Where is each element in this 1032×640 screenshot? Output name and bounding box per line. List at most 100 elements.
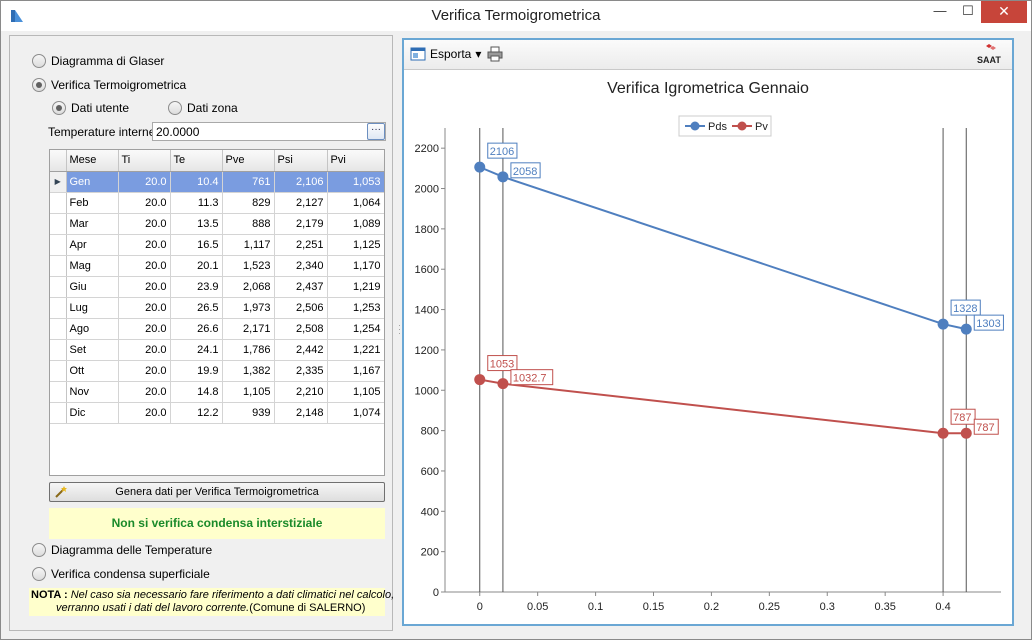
table-cell[interactable]: 20.0 bbox=[118, 255, 171, 277]
table-cell[interactable]: Giu bbox=[66, 276, 119, 298]
table-cell[interactable]: 1,105 bbox=[222, 381, 275, 403]
table-cell[interactable]: Mag bbox=[66, 255, 119, 277]
table-cell[interactable]: 24.1 bbox=[170, 339, 223, 361]
table-cell[interactable]: 20.0 bbox=[118, 339, 171, 361]
table-cell[interactable]: 1,074 bbox=[327, 402, 384, 424]
radio-verifica-termoigrometrica[interactable]: Verifica Termoigrometrica bbox=[32, 76, 186, 94]
table-cell[interactable]: 19.9 bbox=[170, 360, 223, 382]
column-header[interactable]: Te bbox=[170, 150, 223, 172]
table-cell[interactable]: 20.1 bbox=[170, 255, 223, 277]
table-cell[interactable]: 2,171 bbox=[222, 318, 275, 340]
table-cell[interactable]: 23.9 bbox=[170, 276, 223, 298]
table-cell[interactable]: 2,508 bbox=[274, 318, 328, 340]
column-header[interactable]: Pve bbox=[222, 150, 275, 172]
radio-dati-utente[interactable]: Dati utente bbox=[52, 99, 129, 117]
table-cell[interactable]: 1,253 bbox=[327, 297, 384, 319]
row-selector[interactable] bbox=[50, 381, 67, 403]
row-selector[interactable] bbox=[50, 276, 67, 298]
table-cell[interactable]: Nov bbox=[66, 381, 119, 403]
table-cell[interactable]: Apr bbox=[66, 234, 119, 256]
row-selector[interactable] bbox=[50, 234, 67, 256]
table-cell[interactable]: Set bbox=[66, 339, 119, 361]
table-row[interactable]: Nov 20.0 14.8 1,105 2,210 1,105 bbox=[50, 381, 384, 403]
table-cell[interactable]: 939 bbox=[222, 402, 275, 424]
table-cell[interactable]: 16.5 bbox=[170, 234, 223, 256]
row-selector[interactable] bbox=[50, 297, 67, 319]
table-cell[interactable]: 26.6 bbox=[170, 318, 223, 340]
column-header[interactable]: Mese bbox=[66, 150, 119, 172]
table-row[interactable]: Lug 20.0 26.5 1,973 2,506 1,253 bbox=[50, 297, 384, 319]
table-cell[interactable]: 1,254 bbox=[327, 318, 384, 340]
table-cell[interactable]: 2,127 bbox=[274, 192, 328, 214]
table-cell[interactable]: 13.5 bbox=[170, 213, 223, 235]
table-cell[interactable]: Ott bbox=[66, 360, 119, 382]
table-row[interactable]: Dic 20.0 12.2 939 2,148 1,074 bbox=[50, 402, 384, 424]
row-selector[interactable] bbox=[50, 213, 67, 235]
table-cell[interactable]: 20.0 bbox=[118, 192, 171, 214]
table-row[interactable]: Ago 20.0 26.6 2,171 2,508 1,254 bbox=[50, 318, 384, 340]
radio-dati-zona[interactable]: Dati zona bbox=[168, 99, 238, 117]
table-cell[interactable]: 1,105 bbox=[327, 381, 384, 403]
close-button[interactable]: ✕ bbox=[981, 1, 1027, 23]
table-cell[interactable]: Dic bbox=[66, 402, 119, 424]
table-row[interactable]: Giu 20.0 23.9 2,068 2,437 1,219 bbox=[50, 276, 384, 298]
maximize-button[interactable]: ☐ bbox=[954, 1, 982, 23]
minimize-button[interactable]: — bbox=[926, 1, 954, 23]
genera-dati-button[interactable]: Genera dati per Verifica Termoigrometric… bbox=[49, 482, 385, 502]
table-cell[interactable]: 1,053 bbox=[327, 171, 384, 193]
radio-diagramma-temperature[interactable]: Diagramma delle Temperature bbox=[32, 541, 212, 559]
table-cell[interactable]: 1,125 bbox=[327, 234, 384, 256]
table-cell[interactable]: 11.3 bbox=[170, 192, 223, 214]
table-cell[interactable]: 20.0 bbox=[118, 297, 171, 319]
table-row[interactable]: Feb 20.0 11.3 829 2,127 1,064 bbox=[50, 192, 384, 214]
table-cell[interactable]: Lug bbox=[66, 297, 119, 319]
column-header[interactable]: Psi bbox=[274, 150, 328, 172]
row-selector[interactable] bbox=[50, 402, 67, 424]
table-row[interactable]: Mag 20.0 20.1 1,523 2,340 1,170 bbox=[50, 255, 384, 277]
table-cell[interactable]: 761 bbox=[222, 171, 275, 193]
table-cell[interactable]: 20.0 bbox=[118, 360, 171, 382]
radio-diagramma-glaser[interactable]: Diagramma di Glaser bbox=[32, 52, 164, 70]
table-cell[interactable]: 1,219 bbox=[327, 276, 384, 298]
table-cell[interactable]: 1,973 bbox=[222, 297, 275, 319]
table-cell[interactable]: 2,437 bbox=[274, 276, 328, 298]
table-cell[interactable]: Ago bbox=[66, 318, 119, 340]
table-cell[interactable]: 2,148 bbox=[274, 402, 328, 424]
table-cell[interactable]: 26.5 bbox=[170, 297, 223, 319]
table-cell[interactable]: 1,786 bbox=[222, 339, 275, 361]
temperature-interne-input[interactable]: 20.0000 bbox=[152, 122, 386, 141]
table-cell[interactable]: 888 bbox=[222, 213, 275, 235]
table-cell[interactable]: 2,335 bbox=[274, 360, 328, 382]
table-cell[interactable]: 20.0 bbox=[118, 318, 171, 340]
table-cell[interactable]: 1,167 bbox=[327, 360, 384, 382]
table-row[interactable]: Apr 20.0 16.5 1,117 2,251 1,125 bbox=[50, 234, 384, 256]
splitter-handle[interactable]: · · · bbox=[398, 321, 401, 338]
table-cell[interactable]: 1,089 bbox=[327, 213, 384, 235]
table-cell[interactable]: 10.4 bbox=[170, 171, 223, 193]
table-cell[interactable]: 2,506 bbox=[274, 297, 328, 319]
row-selector[interactable] bbox=[50, 318, 67, 340]
table-cell[interactable]: 14.8 bbox=[170, 381, 223, 403]
table-cell[interactable]: 1,117 bbox=[222, 234, 275, 256]
row-selector[interactable] bbox=[50, 255, 67, 277]
table-row[interactable]: Mar 20.0 13.5 888 2,179 1,089 bbox=[50, 213, 384, 235]
table-cell[interactable]: 1,064 bbox=[327, 192, 384, 214]
table-cell[interactable]: 20.0 bbox=[118, 402, 171, 424]
table-cell[interactable]: 2,251 bbox=[274, 234, 328, 256]
row-selector[interactable] bbox=[50, 360, 67, 382]
table-cell[interactable]: 20.0 bbox=[118, 213, 171, 235]
table-cell[interactable]: 2,210 bbox=[274, 381, 328, 403]
column-header[interactable]: Pvi bbox=[327, 150, 384, 172]
row-selector[interactable] bbox=[50, 339, 67, 361]
table-cell[interactable]: 2,068 bbox=[222, 276, 275, 298]
export-button[interactable]: Esporta ▾ bbox=[410, 46, 481, 62]
table-cell[interactable]: 1,382 bbox=[222, 360, 275, 382]
table-cell[interactable]: 20.0 bbox=[118, 234, 171, 256]
printer-icon[interactable] bbox=[487, 46, 503, 62]
table-cell[interactable]: 20.0 bbox=[118, 381, 171, 403]
table-row[interactable]: ▶ Gen 20.0 10.4 761 2,106 1,053 bbox=[50, 171, 384, 193]
table-cell[interactable]: Feb bbox=[66, 192, 119, 214]
table-cell[interactable]: 2,106 bbox=[274, 171, 328, 193]
table-cell[interactable]: 829 bbox=[222, 192, 275, 214]
ellipsis-button[interactable]: ··· bbox=[367, 123, 385, 140]
